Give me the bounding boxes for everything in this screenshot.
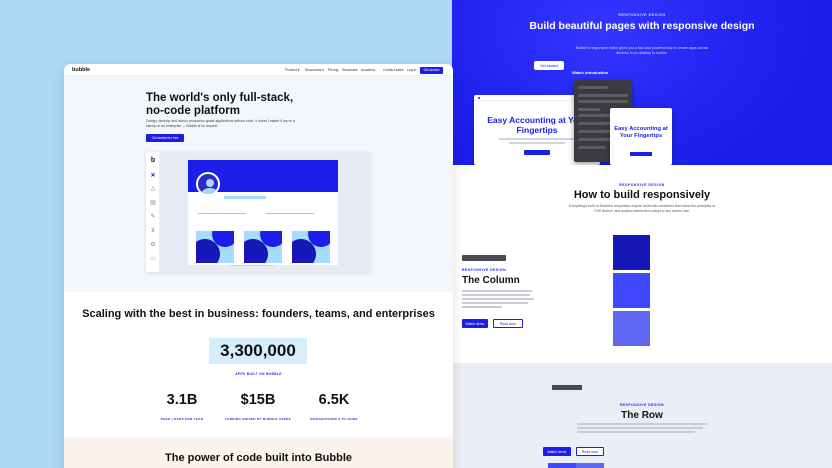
row-block-2 xyxy=(576,463,604,468)
panel-row xyxy=(578,108,600,111)
gallery-tile xyxy=(292,231,330,263)
panel-row xyxy=(578,86,608,89)
watch-introduction-label: Watch introduction xyxy=(572,70,609,75)
build-responsively-section: RESPONSIVE DESIGN How to build responsiv… xyxy=(452,165,832,363)
pen-icon[interactable]: ✎ xyxy=(149,212,157,220)
mobile-mock-title: Easy Accounting at Your Fingertips xyxy=(614,126,668,139)
row-block-1 xyxy=(548,463,576,468)
row-section: RESPONSIVE DESIGN The Row Watch demo Rea… xyxy=(452,363,832,468)
mock-text-line xyxy=(509,142,565,144)
gallery-tile xyxy=(196,231,234,263)
editor-canvas[interactable] xyxy=(160,152,370,272)
nav-academy[interactable]: Academy xyxy=(361,68,375,72)
mobile-preview-mock: Easy Accounting at Your Fingertips xyxy=(610,108,672,165)
panel-row xyxy=(578,94,628,97)
gallery-tile xyxy=(244,231,282,263)
responsive-hero: RESPONSIVE DESIGN Build beautiful pages … xyxy=(452,0,832,165)
signup-button[interactable]: Get started xyxy=(420,66,443,74)
build-eyebrow: RESPONSIVE DESIGN xyxy=(619,183,665,187)
row-read-docs-button[interactable]: Read docs xyxy=(576,447,604,456)
canvas-page xyxy=(188,160,338,265)
column-watch-demo-button[interactable]: Watch demo xyxy=(462,319,488,328)
row-description xyxy=(577,423,707,433)
editor-preview: b ✕ △ ▤ ✎ ⊻ ⚙ ▭ xyxy=(146,152,370,272)
nav-pricing[interactable]: Pricing xyxy=(328,68,338,72)
avatar-head xyxy=(206,179,214,187)
home-hero: The world's only full-stack, no-code pla… xyxy=(64,76,453,292)
stat-label: PAGE LOADS PER YEAR xyxy=(160,417,204,421)
hero-eyebrow: RESPONSIVE DESIGN xyxy=(618,13,666,17)
nav-contact-sales[interactable]: Contact sales xyxy=(383,68,404,72)
row-watch-demo-button[interactable]: Watch demo xyxy=(543,447,571,456)
stat-value: $15B xyxy=(240,392,276,408)
get-started-free-button[interactable]: Get started for free xyxy=(146,134,184,142)
nav-resources[interactable]: Resources ▾ xyxy=(305,68,324,72)
nav-login[interactable]: Log in xyxy=(407,68,416,72)
top-nav: bubble Product ▾ Resources ▾ Pricing Sho… xyxy=(64,64,453,76)
stat-label: INTEGRATIONS & PLUGINS xyxy=(310,417,358,421)
element-tag xyxy=(462,255,506,261)
nav-product[interactable]: Product ▾ xyxy=(285,68,299,72)
panel-row xyxy=(578,146,606,149)
power-title: The power of code built into Bubble xyxy=(165,452,352,464)
panel-row xyxy=(578,130,614,133)
bubble-logo[interactable]: bubble xyxy=(72,67,90,73)
element-tag xyxy=(552,385,582,390)
column-title: The Column xyxy=(462,275,520,286)
left-page-screenshot: bubble Product ▾ Resources ▾ Pricing Sho… xyxy=(64,64,453,468)
panel-row xyxy=(578,100,628,103)
build-title: How to build responsively xyxy=(573,189,711,201)
stat-value: 6.5K xyxy=(318,392,350,408)
stat-label: FUNDING RAISED BY BUBBLE USERS xyxy=(224,417,291,421)
mock-text-line xyxy=(499,138,575,140)
database-icon[interactable]: ▤ xyxy=(149,198,157,206)
column-block-2 xyxy=(613,273,650,308)
hero-subtitle: Bubble's responsive editor gives you a f… xyxy=(575,46,709,55)
column-block-1 xyxy=(613,235,650,270)
page-icon[interactable]: ▭ xyxy=(149,254,157,262)
close-icon[interactable]: ✕ xyxy=(149,171,157,179)
column-eyebrow: RESPONSIVE DESIGN xyxy=(462,268,506,272)
stats-title: Scaling with the best in business: found… xyxy=(82,308,435,320)
mock-button xyxy=(524,150,550,155)
mock-logo-icon xyxy=(478,96,480,99)
settings-icon[interactable]: ⚙ xyxy=(149,240,157,248)
nav-showcase[interactable]: Showcase xyxy=(342,68,358,72)
build-subtitle: Everything's built on Bubble's responsiv… xyxy=(568,204,716,213)
row-title: The Row xyxy=(621,410,663,421)
watch-introduction-link[interactable]: Watch introduction xyxy=(572,61,608,79)
column-read-docs-button[interactable]: Read docs xyxy=(493,319,523,328)
mobile-mock-button xyxy=(630,152,652,156)
hero-title: Build beautiful pages with responsive de… xyxy=(529,20,755,32)
avatar-body xyxy=(201,188,218,194)
column-description xyxy=(462,290,534,308)
bubble-b-logo-icon[interactable]: b xyxy=(149,156,157,164)
profile-field xyxy=(266,213,314,214)
home-hero-subtitle: Design, develop and launch production-gr… xyxy=(146,119,295,128)
get-started-button[interactable]: Get started xyxy=(534,61,564,70)
home-hero-title: The world's only full-stack, no-code pla… xyxy=(146,92,294,117)
stat-value: 3.1B xyxy=(166,392,198,408)
apps-count: 3,300,000 xyxy=(209,338,307,364)
avatar xyxy=(196,172,220,196)
right-page-screenshot: RESPONSIVE DESIGN Build beautiful pages … xyxy=(452,0,832,468)
editor-toolbar: b ✕ △ ▤ ✎ ⊻ ⚙ ▭ xyxy=(146,152,160,272)
shapes-icon[interactable]: △ xyxy=(149,184,157,192)
canvas-guide-line xyxy=(230,265,274,266)
profile-name-bar xyxy=(224,196,266,199)
profile-field xyxy=(198,213,246,214)
stats-section: Scaling with the best in business: found… xyxy=(64,292,453,437)
plug-icon[interactable]: ⊻ xyxy=(149,226,157,234)
column-block-3 xyxy=(613,311,650,346)
power-of-code-section: The power of code built into Bubble xyxy=(64,437,453,468)
row-eyebrow: RESPONSIVE DESIGN xyxy=(620,403,664,407)
apps-count-caption: APPS BUILT ON BUBBLE xyxy=(235,372,282,376)
